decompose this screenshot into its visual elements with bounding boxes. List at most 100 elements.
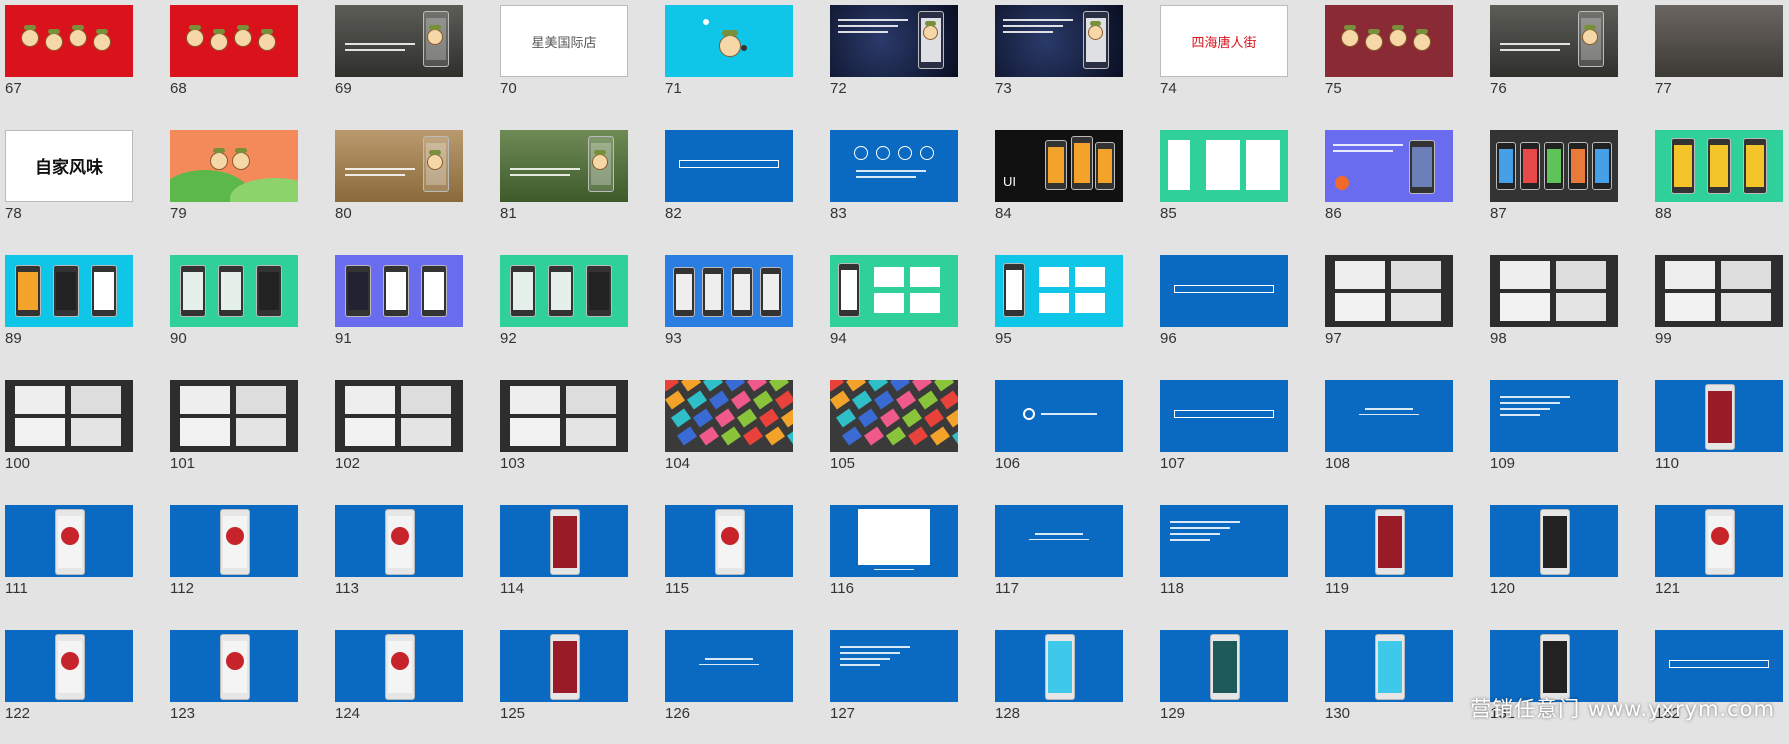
title-line bbox=[699, 664, 759, 665]
content-circle bbox=[1711, 527, 1729, 545]
mascot-face bbox=[427, 154, 443, 170]
mascot-hat bbox=[212, 28, 226, 34]
slide-thumbnail[interactable] bbox=[500, 630, 628, 702]
slide-thumbnail[interactable] bbox=[1490, 5, 1618, 77]
slide-thumbnail[interactable] bbox=[665, 380, 793, 452]
phone-mockup bbox=[1409, 140, 1435, 194]
slide-thumbnail[interactable] bbox=[335, 380, 463, 452]
package-tile bbox=[924, 408, 944, 428]
slide-thumbnail[interactable] bbox=[665, 630, 793, 702]
photo-tile bbox=[1391, 293, 1441, 321]
slide-thumbnail[interactable] bbox=[1655, 130, 1783, 202]
slide-thumbnail[interactable] bbox=[1490, 380, 1618, 452]
slide-thumbnail[interactable] bbox=[995, 630, 1123, 702]
slide-thumbnail[interactable] bbox=[830, 5, 958, 77]
slide-thumbnail[interactable]: 四海唐人街 bbox=[1160, 5, 1288, 77]
text-line bbox=[840, 664, 880, 666]
slide-number: 114 bbox=[500, 580, 524, 597]
slide-thumbnail[interactable] bbox=[1325, 130, 1453, 202]
slide-thumbnail[interactable] bbox=[170, 255, 298, 327]
slide-thumbnail[interactable] bbox=[1325, 255, 1453, 327]
slide-thumbnail[interactable]: 星美国际店 bbox=[500, 5, 628, 77]
slide-thumbnail[interactable] bbox=[830, 630, 958, 702]
slide-number: 86 bbox=[1325, 205, 1342, 222]
slide-thumbnail[interactable] bbox=[170, 380, 298, 452]
ui-card bbox=[1168, 140, 1190, 190]
slide-thumbnail[interactable] bbox=[1160, 130, 1288, 202]
slide-thumbnail[interactable] bbox=[170, 130, 298, 202]
slide-thumbnail[interactable] bbox=[335, 630, 463, 702]
slide-thumbnail[interactable] bbox=[5, 5, 133, 77]
slide-thumbnail[interactable] bbox=[1160, 380, 1288, 452]
slide-cell: 96 bbox=[1154, 249, 1288, 369]
slide-thumbnail[interactable] bbox=[1655, 5, 1783, 77]
slide-thumbnail[interactable] bbox=[335, 5, 463, 77]
slide-cell: 121 bbox=[1649, 499, 1783, 619]
slide-thumbnail[interactable] bbox=[500, 380, 628, 452]
feature-circle bbox=[854, 146, 868, 160]
slide-thumbnail[interactable] bbox=[1490, 255, 1618, 327]
slide-thumbnail[interactable] bbox=[665, 130, 793, 202]
phone-mockup bbox=[1210, 634, 1240, 700]
slide-thumbnail[interactable] bbox=[1325, 505, 1453, 577]
slide-thumbnail[interactable] bbox=[335, 255, 463, 327]
slide-cell: 107 bbox=[1154, 374, 1288, 494]
slide-thumbnail[interactable] bbox=[170, 630, 298, 702]
slide-thumbnail[interactable] bbox=[500, 505, 628, 577]
slide-cell: 83 bbox=[824, 124, 958, 244]
slide-thumbnail[interactable] bbox=[5, 255, 133, 327]
package-tile bbox=[934, 380, 954, 392]
slide-thumbnail[interactable] bbox=[170, 505, 298, 577]
slide-thumbnail[interactable] bbox=[1160, 630, 1288, 702]
slide-thumbnail[interactable] bbox=[830, 130, 958, 202]
slide-thumbnail[interactable] bbox=[995, 5, 1123, 77]
slide-thumbnail[interactable] bbox=[830, 255, 958, 327]
slide-thumbnail[interactable] bbox=[665, 255, 793, 327]
slide-thumbnail[interactable]: UI bbox=[995, 130, 1123, 202]
slide-thumbnail[interactable] bbox=[5, 505, 133, 577]
slide-thumbnail[interactable] bbox=[1655, 630, 1783, 702]
phone-mockup bbox=[1375, 634, 1405, 700]
slide-thumbnail[interactable] bbox=[170, 5, 298, 77]
package-tile bbox=[890, 380, 910, 392]
photo-tile bbox=[180, 418, 230, 446]
slide-thumbnail[interactable] bbox=[1160, 255, 1288, 327]
package-tile bbox=[703, 380, 723, 392]
slide-thumbnail[interactable] bbox=[1160, 505, 1288, 577]
slide-thumbnail[interactable] bbox=[1655, 505, 1783, 577]
slide-thumbnail[interactable] bbox=[830, 380, 958, 452]
ui-card bbox=[1246, 140, 1280, 190]
slide-thumbnail[interactable] bbox=[5, 630, 133, 702]
slide-thumbnail[interactable] bbox=[995, 255, 1123, 327]
phone-screen bbox=[386, 272, 406, 310]
slide-number: 96 bbox=[1160, 330, 1177, 347]
slide-number: 68 bbox=[170, 80, 187, 97]
mascot-face bbox=[427, 29, 443, 45]
slide-thumbnail[interactable] bbox=[1490, 505, 1618, 577]
slide-thumbnail[interactable] bbox=[1325, 5, 1453, 77]
text-line bbox=[1003, 25, 1063, 27]
slide-thumbnail[interactable] bbox=[1655, 255, 1783, 327]
mascot-face bbox=[1088, 25, 1103, 40]
slide-thumbnail[interactable] bbox=[1490, 630, 1618, 702]
slide-thumbnail[interactable]: 自家风味 bbox=[5, 130, 133, 202]
package-tile bbox=[665, 390, 685, 410]
slide-thumbnail[interactable] bbox=[830, 505, 958, 577]
slide-thumbnail[interactable] bbox=[335, 130, 463, 202]
slide-number: 107 bbox=[1160, 455, 1186, 472]
slide-cell: 118 bbox=[1154, 499, 1288, 619]
slide-thumbnail[interactable] bbox=[995, 380, 1123, 452]
slide-thumbnail[interactable] bbox=[1325, 630, 1453, 702]
slide-thumbnail[interactable] bbox=[500, 130, 628, 202]
slide-thumbnail[interactable] bbox=[335, 505, 463, 577]
slide-number: 104 bbox=[665, 455, 691, 472]
slide-thumbnail[interactable] bbox=[995, 505, 1123, 577]
slide-thumbnail[interactable] bbox=[1490, 130, 1618, 202]
slide-thumbnail[interactable] bbox=[500, 255, 628, 327]
slide-thumbnail[interactable] bbox=[1325, 380, 1453, 452]
slide-thumbnail[interactable] bbox=[665, 5, 793, 77]
slide-thumbnail[interactable] bbox=[1655, 380, 1783, 452]
slide-thumbnail[interactable] bbox=[665, 505, 793, 577]
mascot-face bbox=[592, 154, 608, 170]
slide-thumbnail[interactable] bbox=[5, 380, 133, 452]
